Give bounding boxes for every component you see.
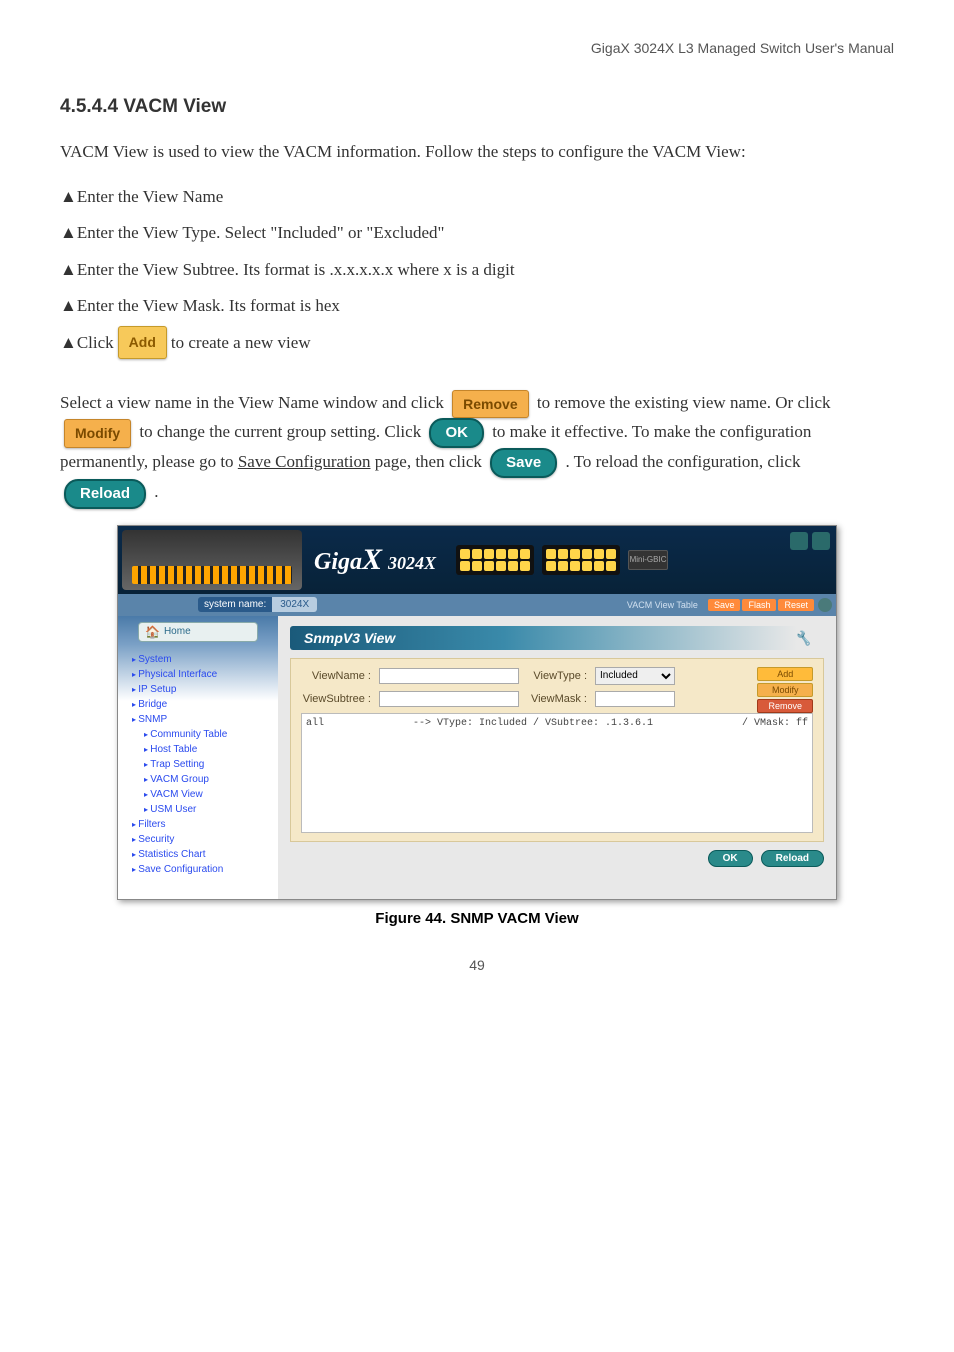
crumb-label: system name: <box>198 597 272 612</box>
intro-paragraph: VACM View is used to view the VACM infor… <box>60 138 894 165</box>
remove-button[interactable]: Remove <box>452 390 528 418</box>
panel-title: SnmpV3 View 🔧 <box>290 626 824 650</box>
list-item[interactable]: all --> VType: Included / VSubtree: .1.3… <box>306 718 808 729</box>
port-panel: Mini-GBIC <box>456 545 668 575</box>
sidebar-item-usm-user[interactable]: USM User <box>144 804 268 815</box>
form-remove-button[interactable]: Remove <box>757 699 813 713</box>
sidebar: Home System Physical Interface IP Setup … <box>118 616 278 899</box>
panel-ok-button[interactable]: OK <box>708 850 753 867</box>
help-icon[interactable] <box>790 532 808 550</box>
step-1: ▲ Enter the View Name <box>60 181 894 213</box>
form-add-button[interactable]: Add <box>757 667 813 681</box>
step-3: ▲ Enter the View Subtree. Its format is … <box>60 254 894 286</box>
form-box: ViewName : ViewType : Included ViewSubtr… <box>290 658 824 842</box>
crumb-path: 3024X <box>272 597 317 612</box>
sidebar-item-security[interactable]: Security <box>132 834 268 845</box>
brand-logo: GigaX 3024X <box>314 543 436 577</box>
input-viewsubtree[interactable] <box>379 691 519 707</box>
sidebar-item-snmp[interactable]: SNMP <box>132 714 268 725</box>
label-viewmask: ViewMask : <box>527 693 587 705</box>
action-tabs: Save Flash Reset <box>708 599 814 611</box>
input-viewname[interactable] <box>379 668 519 684</box>
port-group-2 <box>542 545 620 575</box>
sidebar-item-community-table[interactable]: Community Table <box>144 729 268 740</box>
figure-screenshot: GigaX 3024X Mini-GBIC system name: 3024X… <box>117 525 837 900</box>
step-5: ▲ Click Add to create a new view <box>60 326 894 359</box>
sidebar-item-vacm-view[interactable]: VACM View <box>144 789 268 800</box>
port-group-1 <box>456 545 534 575</box>
device-image <box>122 530 302 590</box>
sidebar-item-physical-interface[interactable]: Physical Interface <box>132 669 268 680</box>
sidebar-item-trap-setting[interactable]: Trap Setting <box>144 759 268 770</box>
tab-flash[interactable]: Flash <box>742 599 776 611</box>
sidebar-item-host-table[interactable]: Host Table <box>144 744 268 755</box>
mini-gbic-module: Mini-GBIC <box>628 550 668 570</box>
label-viewsubtree: ViewSubtree : <box>301 693 371 705</box>
reload-button[interactable]: Reload <box>64 479 146 509</box>
sound-icon[interactable] <box>818 598 832 612</box>
remove-modify-paragraph: Select a view name in the View Name wind… <box>60 389 894 509</box>
save-config-link: Save Configuration <box>238 452 371 471</box>
breadcrumb-bar: system name: 3024X VACM View Table Save … <box>118 594 836 616</box>
select-viewtype[interactable]: Included <box>595 667 675 685</box>
main-panel: SnmpV3 View 🔧 ViewName : ViewType : Incl… <box>278 616 836 899</box>
modify-button[interactable]: Modify <box>64 419 131 447</box>
tab-save[interactable]: Save <box>708 599 741 611</box>
shot-header: GigaX 3024X Mini-GBIC <box>118 526 836 594</box>
input-viewmask[interactable] <box>595 691 675 707</box>
figure-caption: Figure 44. SNMP VACM View <box>60 910 894 927</box>
sidebar-item-filters[interactable]: Filters <box>132 819 268 830</box>
refresh-icon[interactable] <box>812 532 830 550</box>
save-button[interactable]: Save <box>490 448 557 478</box>
add-button[interactable]: Add <box>118 326 167 359</box>
sidebar-item-save-config[interactable]: Save Configuration <box>132 864 268 875</box>
sidebar-item-ip-setup[interactable]: IP Setup <box>132 684 268 695</box>
form-modify-button[interactable]: Modify <box>757 683 813 697</box>
sidebar-item-vacm-group[interactable]: VACM Group <box>144 774 268 785</box>
step-2: ▲ Enter the View Type. Select "Included"… <box>60 217 894 249</box>
sidebar-item-system[interactable]: System <box>132 654 268 665</box>
view-list[interactable]: all --> VType: Included / VSubtree: .1.3… <box>301 713 813 833</box>
sidebar-home[interactable]: Home <box>138 622 258 642</box>
location-label: VACM View Table <box>627 600 698 610</box>
steps-block: ▲ Enter the View Name ▲ Enter the View T… <box>60 181 894 359</box>
top-right-icons <box>790 532 830 550</box>
sidebar-item-statistics[interactable]: Statistics Chart <box>132 849 268 860</box>
label-viewname: ViewName : <box>301 670 371 682</box>
manual-header: GigaX 3024X L3 Managed Switch User's Man… <box>60 40 894 56</box>
ok-button[interactable]: OK <box>429 418 484 448</box>
section-title: 4.5.4.4 VACM View <box>60 96 894 118</box>
page-number: 49 <box>60 957 894 973</box>
panel-reload-button[interactable]: Reload <box>761 850 824 867</box>
label-viewtype: ViewType : <box>527 670 587 682</box>
sidebar-item-bridge[interactable]: Bridge <box>132 699 268 710</box>
tab-reset[interactable]: Reset <box>778 599 814 611</box>
step-4: ▲ Enter the View Mask. Its format is hex <box>60 290 894 322</box>
wrench-icon: 🔧 <box>794 630 810 646</box>
